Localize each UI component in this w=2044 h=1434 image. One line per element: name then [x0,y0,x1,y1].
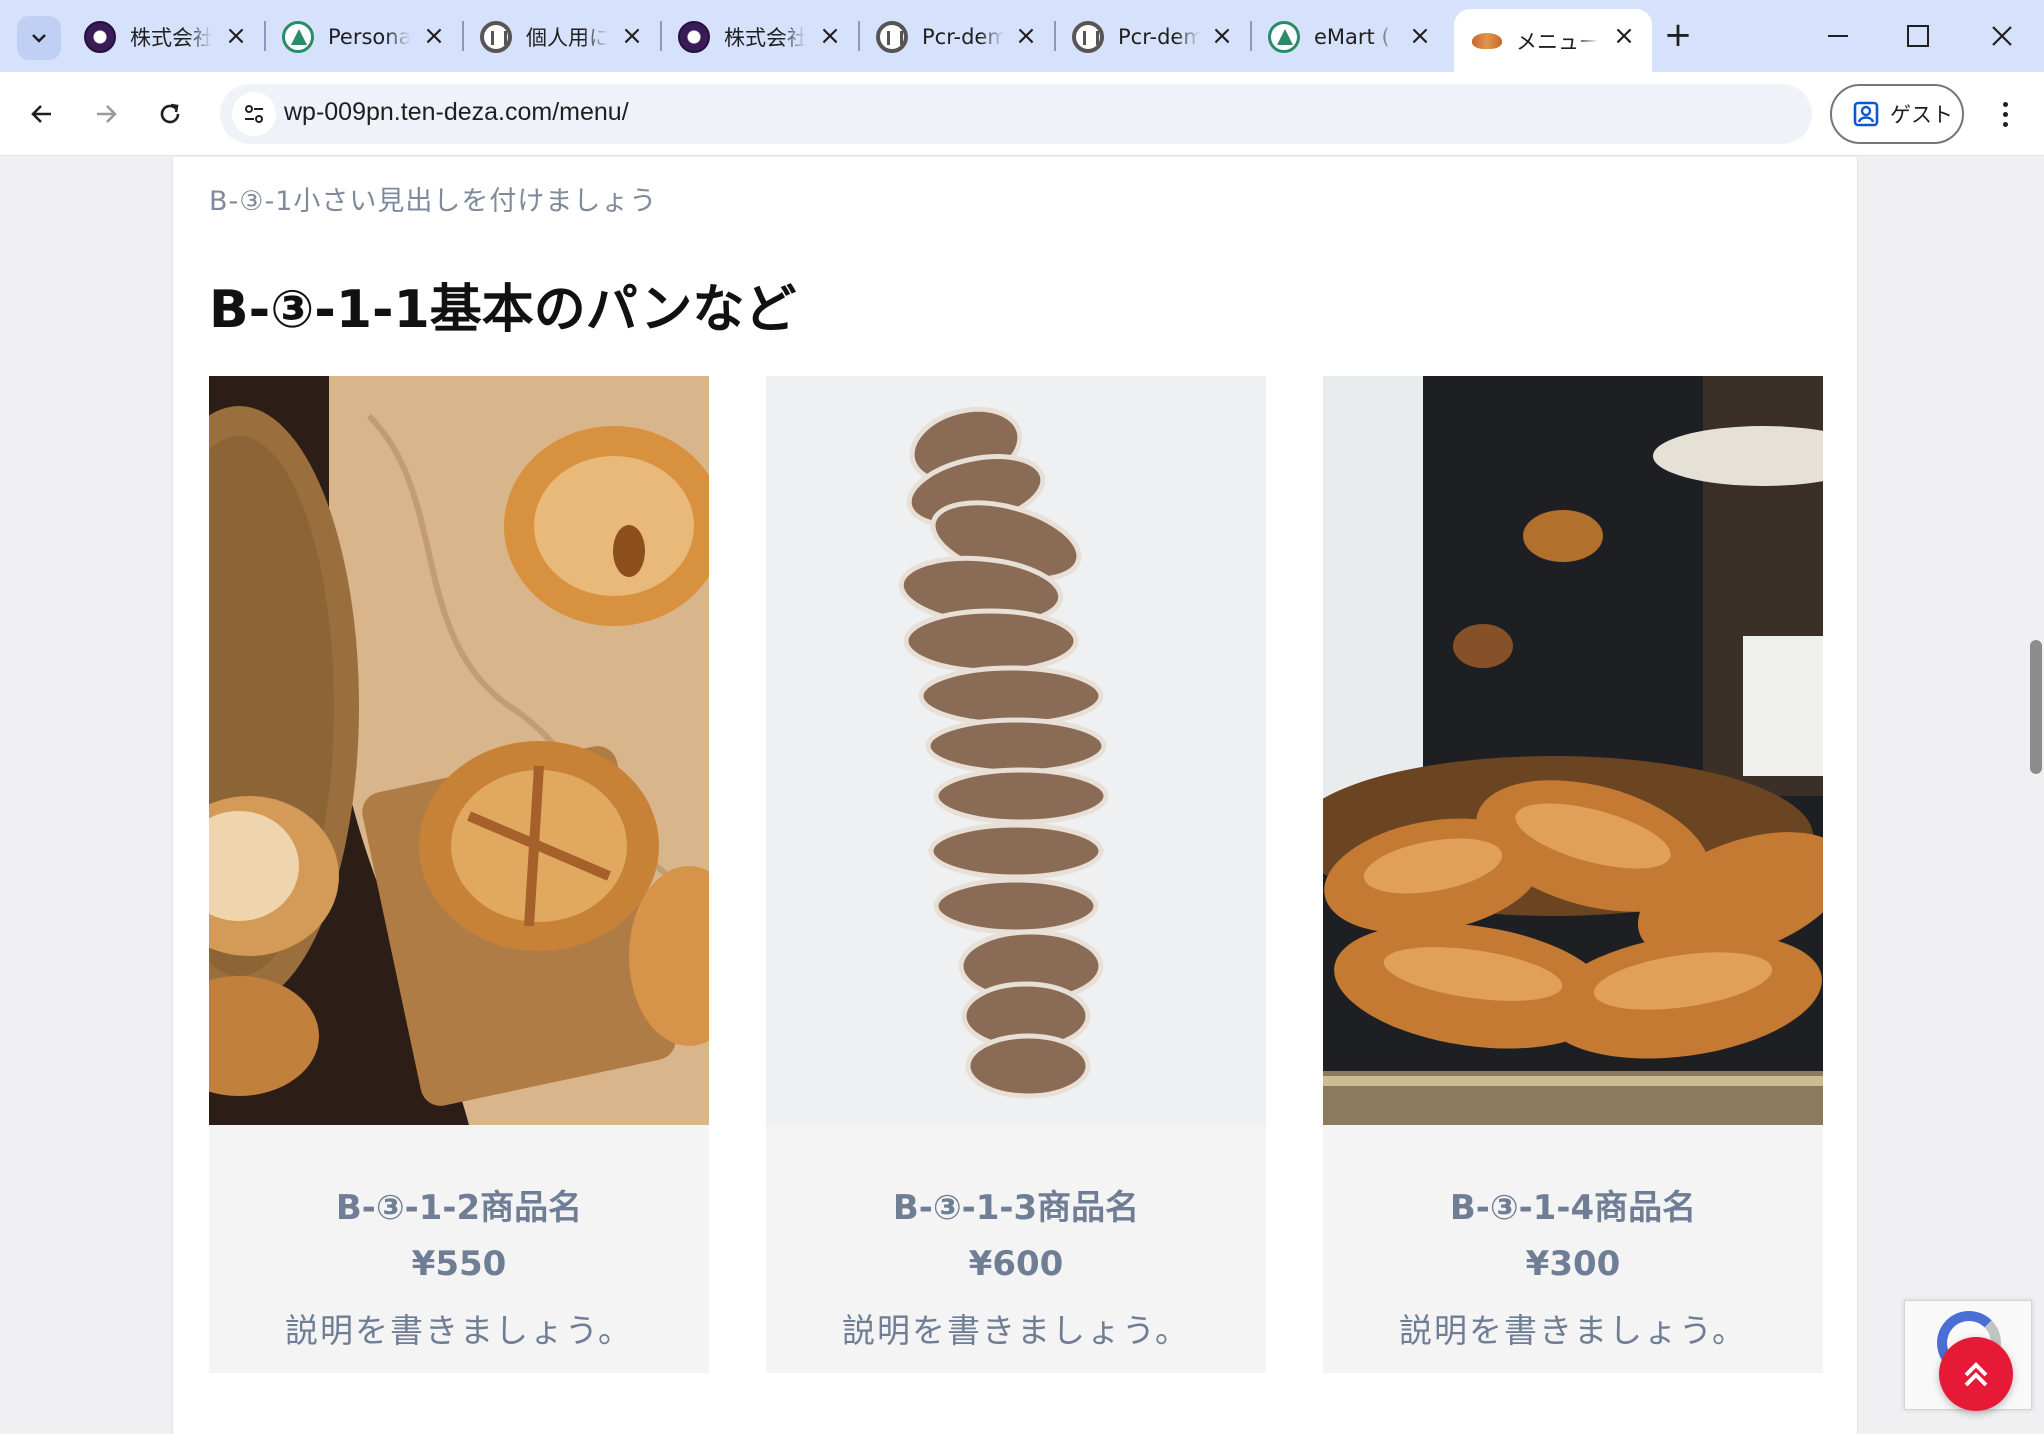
profile-guest-button[interactable]: ゲスト [1830,84,1964,144]
wordpress-icon [480,20,512,53]
green-a-icon [282,20,314,53]
window-minimize-button[interactable] [1810,12,1866,60]
tab-2[interactable]: Personal × [264,9,462,64]
tune-icon [245,105,263,123]
close-icon[interactable]: × [1208,22,1236,50]
product-card: B-③-1-2商品名 ¥550 説明を書きましょう。 [209,376,709,1373]
new-tab-button[interactable]: + [1658,16,1698,56]
url-text[interactable]: wp-009pn.ten-deza.com/menu/ [284,98,629,127]
back-to-top-button[interactable] [1939,1337,2013,1411]
subheading: B-③-1小さい見出しを付けましょう [209,186,658,217]
tab-label: Pcr-demo [922,24,1004,49]
guest-profile-icon [1853,101,1879,127]
tab-4[interactable]: 株式会社 × [660,9,858,64]
tab-8-active[interactable]: メニュー × [1454,9,1652,72]
tab-label: Pcr-demo [1118,24,1200,49]
main-content: B-③-1小さい見出しを付けましょう B-③-1-1基本のパンなど B-③-1-… [172,157,1858,1434]
close-icon[interactable]: × [1012,22,1040,50]
site-settings-button[interactable] [232,92,276,136]
tab-label: Personal [328,24,410,49]
wordpress-icon [876,20,908,53]
dot-icon [2002,121,2008,127]
section-heading: B-③-1-1基本のパンなど [209,280,797,340]
product-description: 説明を書きましょう。 [284,1311,634,1350]
product-photo-croissants [1323,376,1823,1125]
purple-logo-icon [84,20,116,53]
browser-menu-button[interactable] [1990,92,2020,136]
page-viewport: B-③-1小さい見出しを付けましょう B-③-1-1基本のパンなど B-③-1-… [0,157,2044,1434]
tab-label: メニュー [1516,29,1598,54]
reload-icon [160,103,180,124]
tab-strip: 株式会社 × Personal × 個人用に × 株式会社 × Pcr-demo… [0,0,2044,72]
tab-label: eMart ( [1314,24,1390,49]
product-price: ¥300 [1525,1244,1621,1284]
close-icon[interactable]: × [222,22,250,50]
scrollbar-thumb[interactable] [2030,640,2042,774]
tab-label: 株式会社 [130,25,212,50]
tab-label: 個人用に [526,25,608,50]
reload-button[interactable] [148,92,192,136]
product-name: B-③-1-4商品名 [1449,1188,1697,1228]
chevron-down-icon [32,34,46,43]
tab-search-button[interactable] [17,16,61,60]
arrow-right-icon [97,105,117,123]
tab-7[interactable]: eMart ( × [1250,9,1448,64]
tab-label: 株式会社 [724,25,806,50]
wordpress-icon [1072,20,1104,53]
close-icon[interactable]: × [816,22,844,50]
close-icon[interactable]: × [618,22,646,50]
product-description: 説明を書きましょう。 [1398,1311,1748,1350]
tab-3[interactable]: 個人用に × [462,9,660,64]
dot-icon [2002,101,2008,107]
tab-5[interactable]: Pcr-demo × [858,9,1054,64]
close-icon[interactable]: × [1610,22,1638,50]
product-price: ¥600 [968,1244,1064,1284]
product-photo-rustic-bread [209,376,709,1125]
tab-6[interactable]: Pcr-demo × [1054,9,1250,64]
product-photo-sliced-rye [766,376,1266,1125]
window-maximize-button[interactable] [1890,12,1946,60]
back-button[interactable] [20,92,64,136]
product-name: B-③-1-2商品名 [335,1188,583,1228]
croissant-icon [1472,30,1502,52]
forward-button[interactable] [84,92,128,136]
tab-1[interactable]: 株式会社 × [66,9,264,64]
window-close-button[interactable] [1974,12,2030,60]
double-chevron-up-icon [1964,1362,1988,1387]
product-card: B-③-1-4商品名 ¥300 説明を書きましょう。 [1323,376,1823,1373]
green-a-icon [1268,20,1300,53]
address-bar[interactable]: wp-009pn.ten-deza.com/menu/ [220,84,1812,144]
close-icon[interactable]: × [1406,22,1434,50]
dot-icon [2002,111,2008,117]
product-description: 説明を書きましょう。 [841,1311,1191,1350]
arrow-left-icon [31,105,51,123]
close-icon[interactable]: × [420,22,448,50]
browser-toolbar: wp-009pn.ten-deza.com/menu/ ゲスト [0,72,2044,156]
purple-logo-icon [678,20,710,53]
product-name: B-③-1-3商品名 [892,1188,1140,1228]
close-icon [1992,26,2012,46]
product-price: ¥550 [411,1244,507,1284]
plus-icon: + [1663,15,1693,55]
product-card: B-③-1-3商品名 ¥600 説明を書きましょう。 [766,376,1266,1373]
guest-label: ゲスト [1890,103,1953,127]
